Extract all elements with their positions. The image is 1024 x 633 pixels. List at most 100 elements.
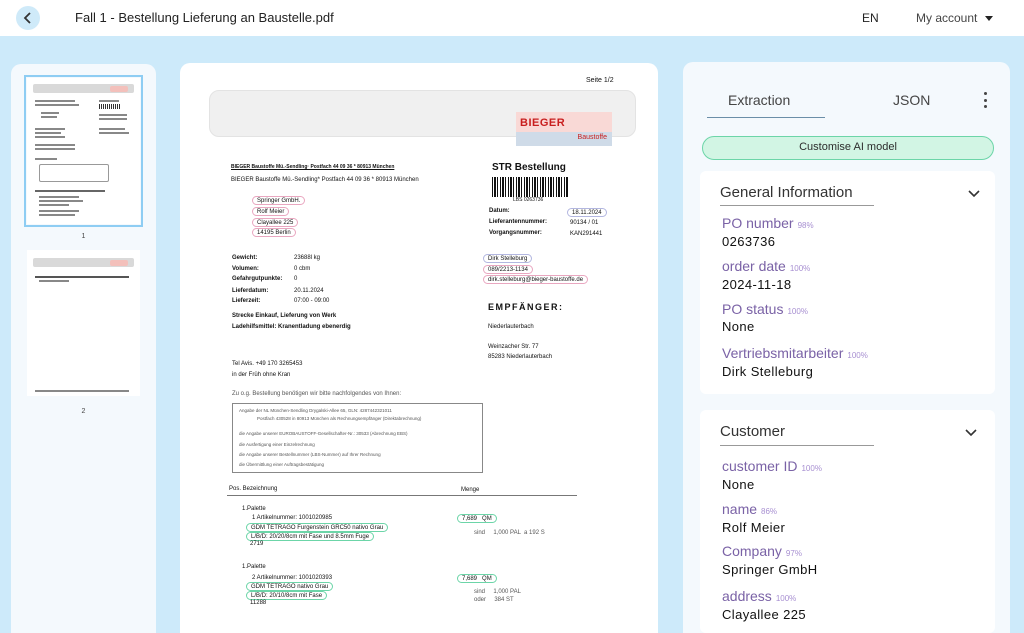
strecke-line: Strecke Einkauf, Lieferung von Werk (232, 313, 337, 319)
requirement-item: die Angabe unserer EUROBAUSTOFF-Gesellsc… (239, 431, 408, 436)
thumbnail-page-2-number: 2 (81, 408, 86, 415)
more-options-icon[interactable] (982, 92, 988, 108)
weight-value: 23688l kg (294, 255, 321, 261)
logo-main: BIEGER (516, 112, 612, 132)
item-1-pos: 1.Palette (242, 506, 266, 512)
page-label: Seite 1/2 (586, 77, 614, 84)
delivery-time-value: 07:00 - 09:00 (294, 298, 330, 304)
page-thumbnails: 1 2 (11, 64, 156, 633)
item-2-qty-value: 7,689 (462, 576, 478, 582)
item-2-dims: L/B/D: 20/10/8cm mit Fase (246, 591, 328, 600)
field-value-po-number[interactable]: 0263736 (722, 234, 775, 249)
barcode-text: LBS 0263736 (513, 197, 544, 203)
item-2-sind: sind 1,000 PAL (474, 589, 521, 595)
item-2-qty: 7,689 QM (457, 574, 497, 583)
item-1-qty: 7,689 QM (457, 514, 497, 523)
account-label: My account (916, 11, 978, 25)
meta-label-supplier: Lieferantennummer: (489, 219, 548, 225)
barcode (492, 177, 568, 197)
field-value-name[interactable]: Rolf Meier (722, 520, 785, 535)
language-selector[interactable]: EN (862, 11, 879, 25)
extraction-panel: Extraction JSON Customise AI model Gener… (683, 62, 1010, 633)
empfaenger-line-3: 85283 Niederlauterbach (488, 354, 553, 360)
sender-underlined: BIEGER Baustoffe Mü.-Sendling· Postfach … (231, 164, 395, 170)
field-value-company[interactable]: Springer GmbH (722, 562, 818, 577)
customer-card: Customer customer ID 100% None name 86% Ro… (700, 410, 995, 633)
hazard-label: Gefahrgutpunkte: (232, 276, 283, 282)
meta-label-process: Vorgangsnummer: (489, 230, 542, 236)
recipient-name: Rolf Meier (252, 207, 290, 216)
active-tab-indicator (707, 117, 825, 118)
field-label-po-status: PO status 100% (722, 301, 808, 317)
field-value-po-status[interactable]: None (722, 319, 755, 334)
item-2-artikel: 2 Artikelnummer: 1001020393 (252, 575, 333, 581)
sender-line: BIEGER Baustoffe Mü.-Sendling* Postfach … (231, 177, 419, 183)
requirement-item: die Übermittlung einer Auftragsbestätigu… (239, 462, 325, 467)
confidence-score: 86% (761, 507, 778, 516)
card-title-rule (720, 445, 874, 446)
item-1-qty-unit: QM (482, 516, 492, 522)
account-menu[interactable]: My account (916, 11, 994, 25)
contact-phone: 089/2213-1134 (483, 265, 533, 274)
weight-label: Gewicht: (232, 255, 258, 261)
recipient-street: Clayallee 225 (252, 218, 299, 227)
chevron-down-icon[interactable] (968, 190, 980, 198)
order-title: STR Bestellung (492, 162, 566, 173)
confidence-score: 100% (787, 307, 808, 316)
meta-supplier: 90134 / 01 (570, 220, 599, 226)
empfaenger-line-2: Weinzacher Str. 77 (488, 344, 539, 350)
field-value-vertriebsmitarbeiter[interactable]: Dirk Stelleburg (722, 364, 813, 379)
field-label-order-date: order date 100% (722, 258, 811, 274)
tab-extraction[interactable]: Extraction (728, 92, 790, 108)
tab-json[interactable]: JSON (893, 92, 930, 108)
item-1-qty-value: 7,689 (462, 516, 478, 522)
document-title: Fall 1 - Bestellung Lieferung an Baustel… (75, 10, 334, 25)
column-header-pos: Pos. Bezeichnung (229, 486, 278, 492)
thumbnail-page-1-number: 1 (81, 233, 86, 240)
item-1-code: 2719 (250, 541, 264, 547)
chevron-down-icon[interactable] (965, 429, 977, 437)
item-2-code: 11288 (250, 600, 267, 606)
meta-process: KAN291441 (570, 231, 603, 237)
delivery-time-label: Lieferzeit: (232, 298, 261, 304)
item-1-artikel: 1 Artikelnummer: 1001020985 (252, 515, 333, 521)
empfaenger-title: EMPFÄNGER: (488, 302, 564, 312)
tel-avis-note: in der Früh ohne Kran (232, 372, 291, 378)
recipient-city: 14195 Berlin (252, 228, 296, 237)
card-title-rule (720, 205, 874, 206)
field-label-company: Company 97% (722, 543, 802, 559)
confidence-score: 100% (775, 594, 797, 603)
confidence-score: 100% (789, 264, 811, 273)
confidence-score: 100% (801, 464, 822, 473)
empfaenger-line-1: Niederlauterbach (488, 324, 534, 330)
requirement-item: Angabe der NL München-Sendling Drygalski… (239, 408, 392, 413)
column-header-menge: Menge (461, 487, 480, 493)
field-label-vertriebsmitarbeiter: Vertriebsmitarbeiter 100% (722, 345, 868, 361)
thumbnail-page-2[interactable] (27, 250, 140, 396)
item-2-oder: oder 384 ST (474, 597, 514, 603)
contact-name: Dirk Stelleburg (483, 254, 533, 263)
thumbnail-page-1[interactable] (24, 75, 143, 227)
meta-label-date: Datum: (489, 208, 510, 214)
customer-title[interactable]: Customer (720, 423, 785, 440)
field-value-order-date[interactable]: 2024-11-18 (722, 277, 792, 292)
field-label-po-number: PO number 98% (722, 215, 814, 231)
recipient-company: Springer GmbH. (252, 196, 306, 205)
item-1-sind: sind 1,000 PAL a 192 S (474, 530, 545, 536)
field-label-address: address 100% (722, 588, 797, 604)
tel-avis: Tel Avis. +49 170 3265453 (232, 361, 303, 367)
logo-sub: Baustoffe (516, 132, 612, 146)
back-button[interactable] (16, 6, 40, 30)
general-information-title[interactable]: General Information (720, 184, 853, 201)
meta-date: 18.11.2024 (567, 208, 607, 217)
delivery-date-label: Lieferdatum: (232, 288, 269, 294)
item-2-pos: 1.Palette (242, 564, 266, 570)
requirement-item: die Ausfertigung einer Einzelrechnung (239, 442, 315, 447)
volume-label: Volumen: (232, 266, 259, 272)
customise-ai-model-button[interactable]: Customise AI model (702, 136, 994, 160)
field-value-customer-id[interactable]: None (722, 477, 755, 492)
caret-down-icon (985, 15, 994, 21)
field-value-address[interactable]: Clayallee 225 (722, 607, 806, 622)
requirements-box: Angabe der NL München-Sendling Drygalski… (232, 403, 483, 473)
top-bar: Fall 1 - Bestellung Lieferung an Baustel… (0, 0, 1024, 36)
